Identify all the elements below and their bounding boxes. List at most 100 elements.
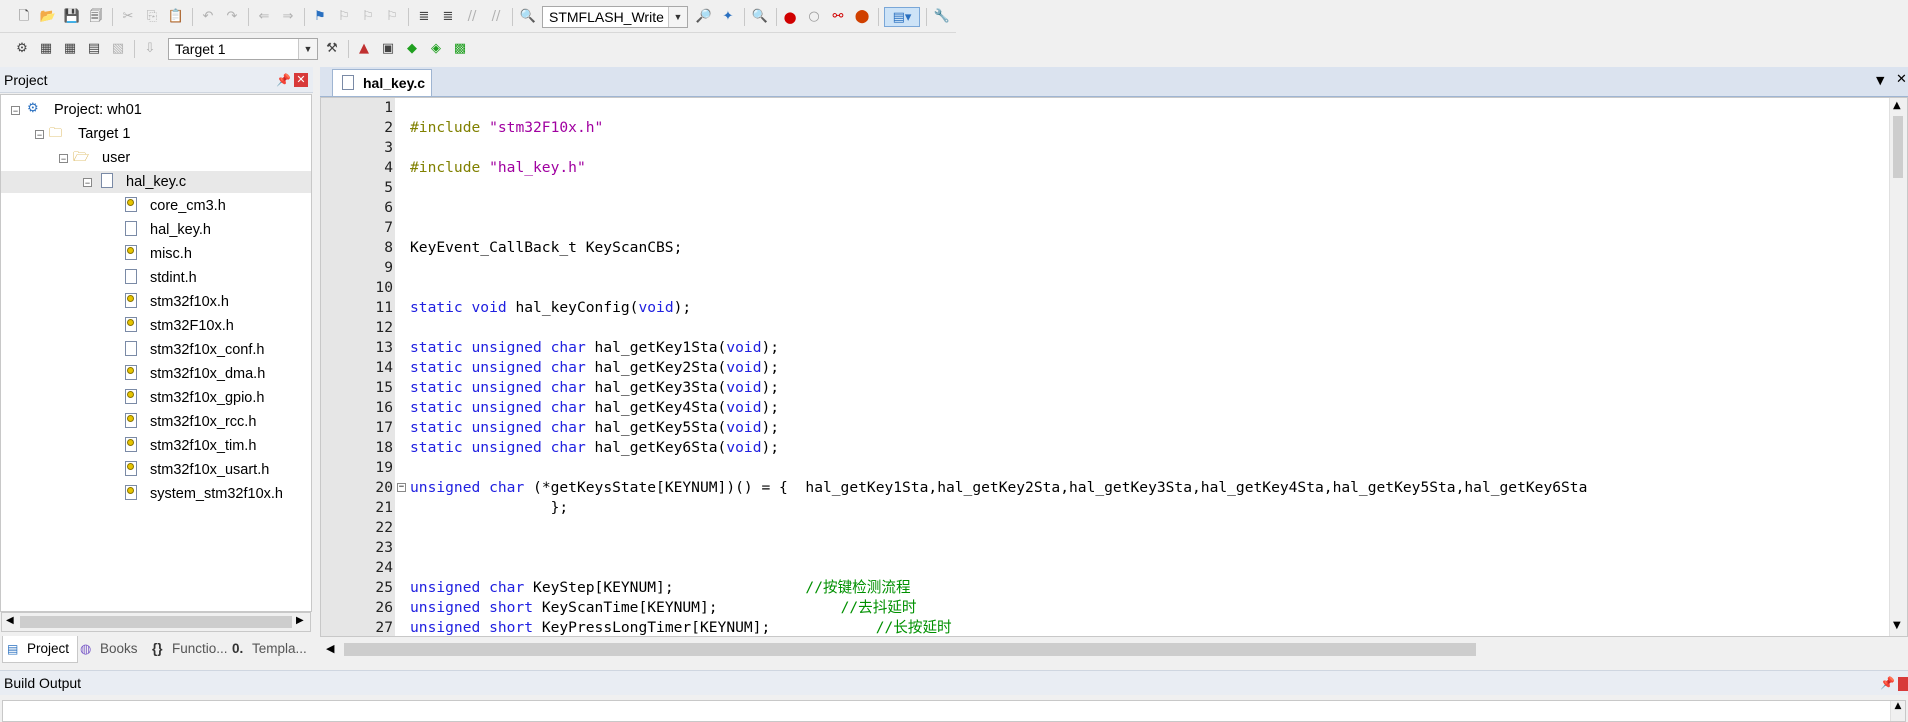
save-all-icon[interactable]: 🗐	[86, 7, 106, 27]
new-file-icon[interactable]: 🗋	[14, 7, 34, 27]
indent-icon[interactable]: ≣	[414, 7, 434, 27]
pin-icon[interactable]: 📌	[276, 67, 291, 93]
tree-item-header[interactable]: stm32f10x_conf.h	[1, 339, 311, 361]
close-icon[interactable]	[1898, 677, 1908, 691]
close-icon[interactable]: ✕	[294, 73, 308, 87]
uncomment-icon[interactable]: //	[486, 7, 506, 27]
scrollbar-thumb[interactable]	[20, 616, 292, 628]
scrollbar-thumb[interactable]	[344, 643, 1476, 656]
tree-item-header[interactable]: stm32f10x_dma.h	[1, 363, 311, 385]
scroll-down-icon[interactable]: ▼	[1893, 620, 1901, 631]
manage-components-icon[interactable]: ▲	[354, 39, 374, 59]
nav-back-icon[interactable]: ⇐	[254, 7, 274, 27]
scroll-left-icon[interactable]: ◀	[326, 642, 334, 655]
copy-icon[interactable]: ⎘	[142, 7, 162, 27]
scroll-up-icon[interactable]: ▲	[1893, 100, 1901, 111]
tree-item-file[interactable]: − hal_key.c	[1, 171, 311, 193]
select-packs-icon[interactable]: ◆	[402, 39, 422, 59]
breakpoint-enable-icon[interactable]: ○	[804, 7, 824, 27]
bookmark-set-icon[interactable]: ⚑	[310, 7, 330, 27]
unindent-icon[interactable]: ≣	[438, 7, 458, 27]
paste-icon[interactable]: 📋	[166, 7, 186, 27]
tab-templates[interactable]: 0. Templa...	[232, 636, 312, 662]
file-extensions-icon[interactable]: ▣	[378, 39, 398, 59]
redo-icon[interactable]: ↷	[222, 7, 242, 27]
undo-icon[interactable]: ↶	[198, 7, 218, 27]
rebuild-icon[interactable]: ▦	[60, 39, 80, 59]
close-icon[interactable]: ✕	[1896, 72, 1907, 87]
line-number: 23	[375, 539, 393, 556]
rte-icon[interactable]: ▩	[450, 39, 470, 59]
cut-icon[interactable]: ✂	[118, 7, 138, 27]
tree-item-project[interactable]: − ⚙ Project: wh01	[1, 99, 311, 121]
collapse-icon[interactable]: −	[83, 178, 92, 188]
tab-books[interactable]: ◍ Books	[80, 636, 146, 662]
editor-tab[interactable]: hal_key.c	[332, 69, 432, 96]
tree-item-header[interactable]: stdint.h	[1, 267, 311, 289]
find-in-files-icon[interactable]: 🔍	[518, 7, 538, 27]
nav-forward-icon[interactable]: ⇒	[278, 7, 298, 27]
line-number: 17	[375, 419, 393, 436]
tab-list-icon[interactable]: ▼	[1876, 74, 1884, 87]
project-panel-header: Project 📌 ✕	[0, 67, 313, 93]
breakpoint-disable-icon[interactable]: ⚯	[828, 7, 848, 27]
tree-item-header[interactable]: misc.h	[1, 243, 311, 265]
build-target-combo[interactable]: STMFLASH_Write ▼	[542, 6, 688, 28]
scroll-left-icon[interactable]: ◀	[6, 615, 14, 626]
chevron-down-icon[interactable]: ▼	[298, 39, 317, 59]
tree-item-header[interactable]: system_stm32f10x.h	[1, 483, 311, 505]
batch-build-icon[interactable]: ▤	[84, 39, 104, 59]
target-combo[interactable]: Target 1 ▼	[168, 38, 318, 60]
open-folder-icon[interactable]: 📂	[38, 7, 58, 27]
tree-item-header[interactable]: stm32f10x_tim.h	[1, 435, 311, 457]
incremental-find-icon[interactable]: ✦	[718, 7, 738, 27]
collapse-icon[interactable]: −	[35, 130, 44, 140]
bookmark-clear-icon[interactable]: ⚐	[382, 7, 402, 27]
breakpoint-kill-icon[interactable]: ⬤	[852, 7, 872, 27]
pin-icon[interactable]: 📌	[1880, 671, 1895, 696]
pack-installer-icon[interactable]: ◈	[426, 39, 446, 59]
tree-item-header[interactable]: hal_key.h	[1, 219, 311, 241]
build-output-pane[interactable]: ▲	[2, 700, 1906, 722]
tree-item-header[interactable]: stm32f10x_rcc.h	[1, 411, 311, 433]
editor-horizontal-scrollbar[interactable]: ◀	[320, 637, 1908, 661]
tab-project[interactable]: ▤ Project	[2, 636, 78, 663]
code-token: short	[489, 619, 534, 636]
breakpoint-insert-icon[interactable]: ●	[780, 7, 800, 27]
tree-item-header[interactable]: stm32f10x_gpio.h	[1, 387, 311, 409]
bookmark-next-icon[interactable]: ⚐	[358, 7, 378, 27]
code-token: unsigned	[471, 359, 542, 376]
tree-item-group[interactable]: − 🗁 user	[1, 147, 311, 169]
tree-item-target[interactable]: − 🗀 Target 1	[1, 123, 311, 145]
scroll-right-icon[interactable]: ▶	[296, 615, 304, 626]
editor-vertical-scrollbar[interactable]: ▲ ▼	[1889, 98, 1907, 636]
tree-item-header[interactable]: stm32f10x_usart.h	[1, 459, 311, 481]
window-layout-icon[interactable]: ▤▾	[884, 7, 920, 27]
tab-functions[interactable]: {} Functio...	[150, 636, 230, 662]
configure-icon[interactable]: 🔧	[932, 7, 952, 27]
collapse-icon[interactable]: −	[11, 106, 20, 116]
project-horizontal-scrollbar[interactable]: ◀ ▶	[1, 612, 311, 632]
editor-tab-label: hal_key.c	[363, 75, 426, 91]
code-token: char	[550, 399, 586, 416]
target-options-icon[interactable]: ⚒	[322, 39, 342, 59]
stop-build-icon[interactable]: ▧	[108, 39, 128, 59]
build-icon[interactable]: ▦	[36, 39, 56, 59]
tree-item-header[interactable]: stm32F10x.h	[1, 315, 311, 337]
fold-icon[interactable]: −	[397, 483, 406, 492]
tree-item-header[interactable]: stm32f10x.h	[1, 291, 311, 313]
save-icon[interactable]: 💾	[62, 7, 82, 27]
chevron-down-icon[interactable]: ▼	[668, 7, 687, 27]
translate-icon[interactable]: ⚙	[12, 39, 32, 59]
scrollbar-thumb[interactable]	[1893, 116, 1903, 178]
tree-item-header[interactable]: core_cm3.h	[1, 195, 311, 217]
collapse-icon[interactable]: −	[59, 154, 68, 164]
scroll-up-icon[interactable]: ▲	[1890, 701, 1905, 721]
debug-start-icon[interactable]: 🔍	[750, 7, 770, 27]
bookmark-prev-icon[interactable]: ⚐	[334, 7, 354, 27]
download-icon[interactable]: ⇩	[140, 39, 160, 59]
toolbar-separator	[744, 8, 745, 26]
find-icon[interactable]: 🔎	[694, 7, 714, 27]
code-editor[interactable]: 1 2 #include "stm32F10x.h" 3 4 #include "h…	[320, 97, 1908, 637]
comment-icon[interactable]: //	[462, 7, 482, 27]
